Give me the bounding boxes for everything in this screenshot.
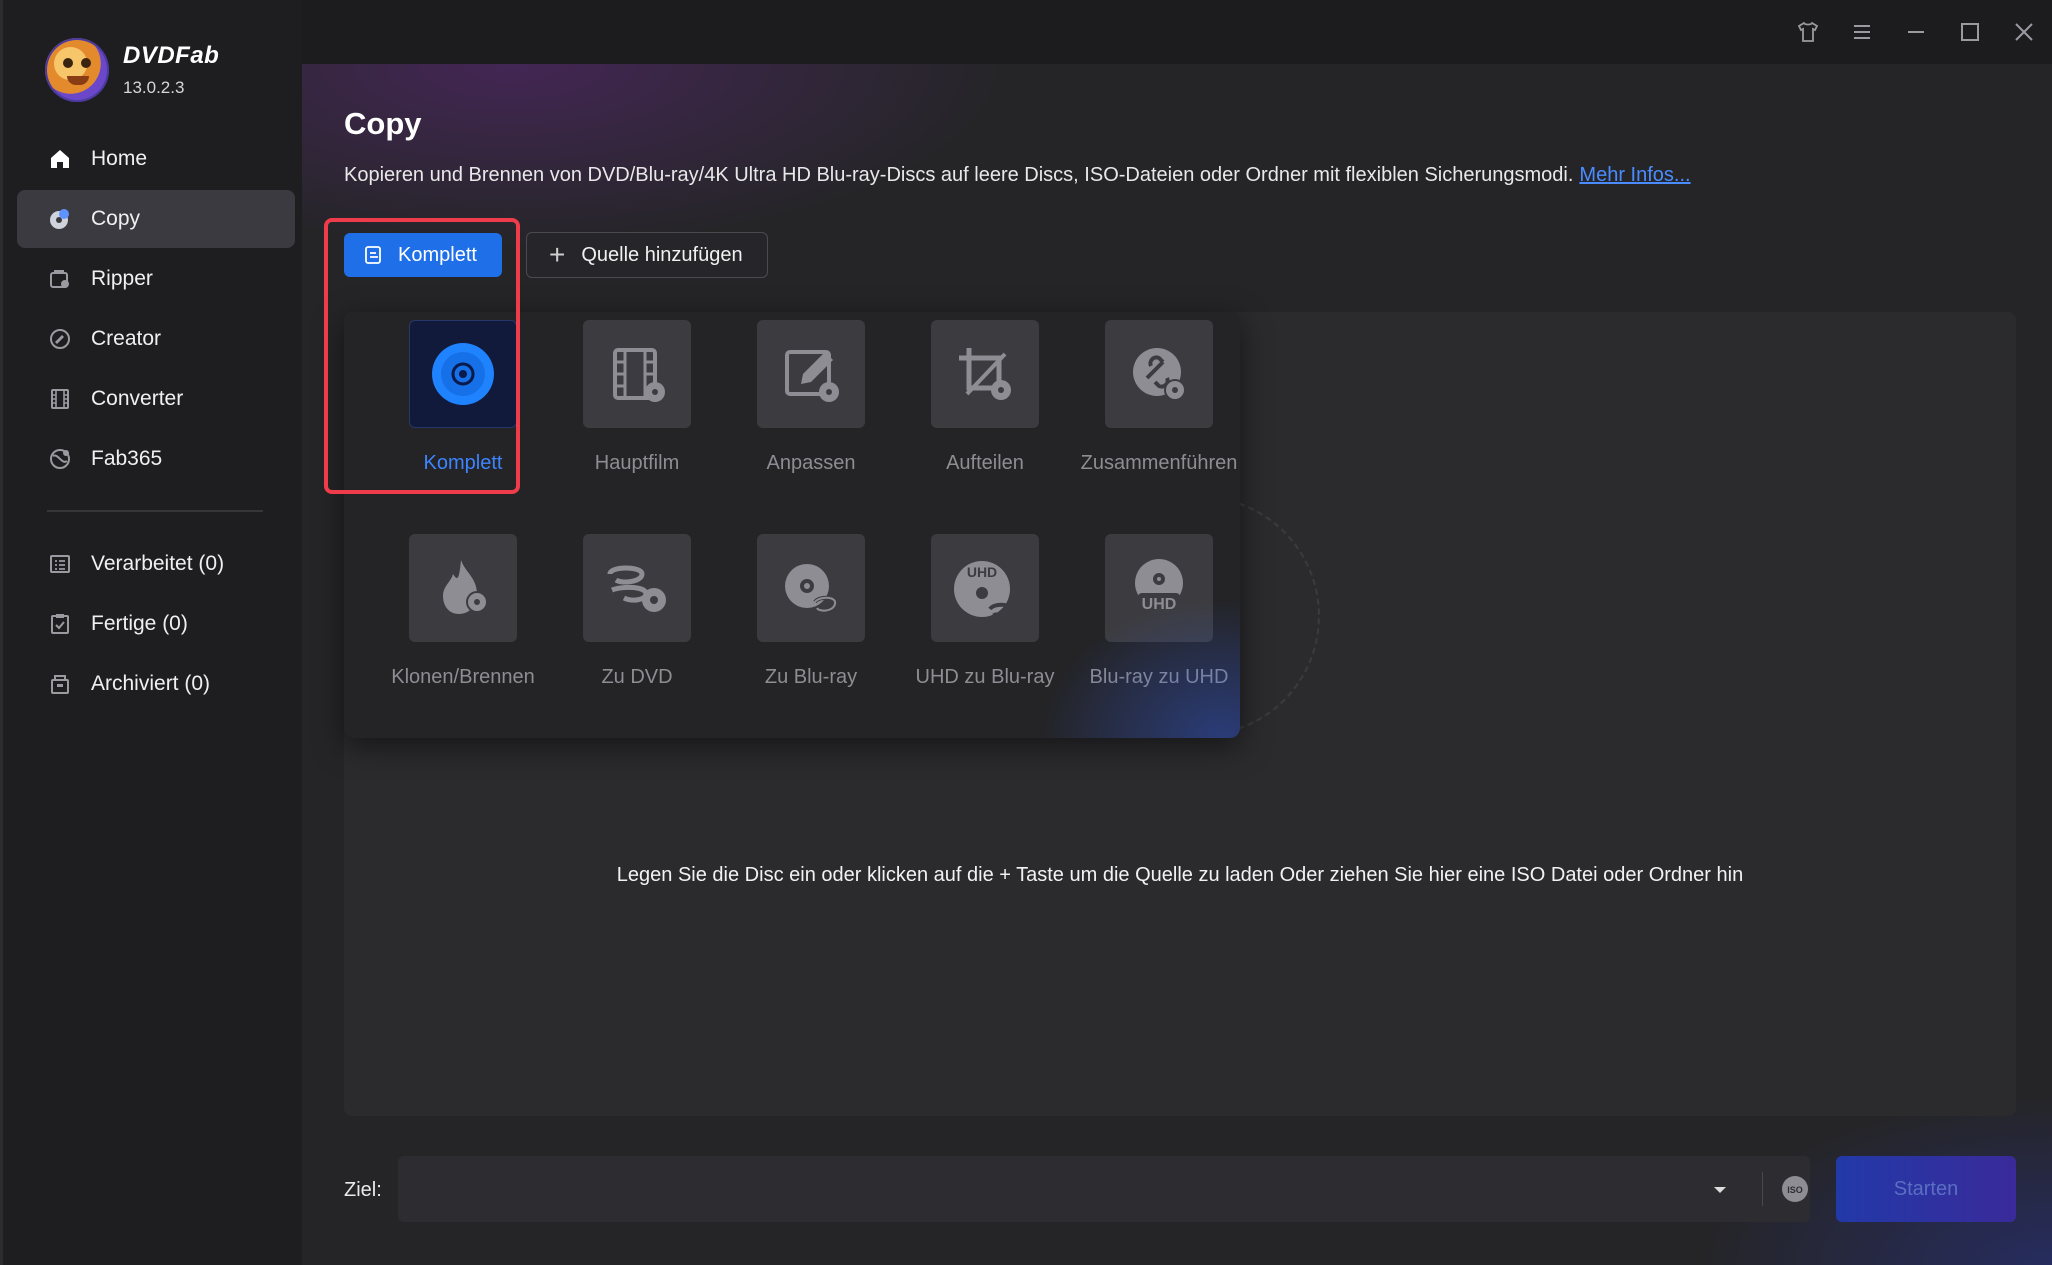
mode-label: Zu Blu-ray [764,666,858,688]
home-icon [47,146,73,172]
converter-icon [47,386,73,412]
copy-modes-panel: Komplett Hauptfilm Anpassen Aufteilen Zu… [344,312,1240,738]
to-bluray-icon [757,534,865,642]
close-icon[interactable] [2008,16,2040,48]
more-info-link[interactable]: Mehr Infos... [1579,164,1690,186]
sidebar-item-label: Verarbeitet (0) [91,552,225,575]
output-label: Ziel: [344,1179,382,1201]
main-nav: Home Copy Ripper Creator Converter Fab36… [17,130,295,490]
bluray-to-uhd-icon: UHD [1105,534,1213,642]
page-title: Copy [344,106,422,141]
mode-zu-blu-ray[interactable]: Zu Blu-ray [724,534,898,689]
finished-icon [47,611,73,637]
ripper-icon [47,266,73,292]
add-source-label: Quelle hinzufügen [581,243,743,266]
sidebar-item-label: Ripper [91,267,153,290]
mode-blu-ray-zu-uhd[interactable]: UHD Blu-ray zu UHD [1072,534,1240,689]
sidebar-item-creator[interactable]: Creator [17,310,295,368]
mode-label: Anpassen [766,452,856,474]
sidebar-item-label: Archiviert (0) [91,672,211,695]
sidebar-item-ripper[interactable]: Ripper [17,250,295,308]
dvdfab-logo-icon [45,38,109,102]
menu-icon[interactable] [1846,16,1878,48]
task-nav: Verarbeitet (0) Fertige (0) Archiviert (… [17,535,295,715]
mode-label: Komplett [423,452,503,474]
output-divider [1762,1172,1763,1206]
mode-label: Zusammenführen [1080,452,1238,474]
iso-icon[interactable]: ISO [1778,1172,1812,1206]
to-dvd-icon [583,534,691,642]
creator-icon [47,326,73,352]
sidebar-item-label: Fab365 [91,447,163,470]
mode-label: Blu-ray zu UHD [1089,666,1229,688]
merge-icon [1105,320,1213,428]
mode-label: Hauptfilm [594,452,680,474]
drop-hint: Legen Sie die Disc ein oder klicken auf … [616,864,1744,886]
sidebar-item-copy[interactable]: Copy [17,190,295,248]
svg-text:UHD: UHD [967,564,997,580]
disc-icon [409,320,517,428]
sidebar-item-label: Fertige (0) [91,612,188,635]
mode-anpassen[interactable]: Anpassen [724,320,898,475]
sidebar: DVDFab 13.0.2.3 Home Copy Ripper Creator… [0,0,302,1265]
mode-hauptfilm[interactable]: Hauptfilm [550,320,724,475]
sidebar-item-archive[interactable]: Archiviert (0) [17,655,295,713]
maximize-icon[interactable] [1954,16,1986,48]
sidebar-item-fab365[interactable]: Fab365 [17,430,295,488]
app-window: DVDFab 13.0.2.3 Home Copy Ripper Creator… [0,0,2052,1265]
copy-mode-button[interactable]: Komplett [344,233,502,277]
burn-icon [409,534,517,642]
sidebar-item-label: Converter [91,387,184,410]
mode-zu-dvd[interactable]: Zu DVD [550,534,724,689]
title-bar [302,0,2052,64]
copy-disc-icon [47,206,73,232]
plus-icon: + [549,239,566,270]
app-name: DVDFab [123,42,220,69]
split-icon [931,320,1039,428]
sidebar-item-converter[interactable]: Converter [17,370,295,428]
app-version: 13.0.2.3 [123,78,185,97]
archive-icon [47,671,73,697]
sidebar-item-label: Creator [91,327,162,350]
copy-mode-label: Komplett [398,243,477,266]
sidebar-divider [47,510,263,512]
sidebar-item-processing[interactable]: Verarbeitet (0) [17,535,295,593]
mode-zusammenfuehren[interactable]: Zusammenführen [1072,320,1240,475]
page-description: Kopieren und Brennen von DVD/Blu-ray/4K … [344,164,1691,187]
svg-text:ISO: ISO [1787,1185,1803,1195]
mode-label: UHD zu Blu-ray [915,666,1055,688]
processing-icon [47,551,73,577]
mode-komplett[interactable]: Komplett [376,320,550,475]
svg-text:UHD: UHD [1142,596,1177,613]
fab365-icon [47,446,73,472]
main-content: Copy Kopieren und Brennen von DVD/Blu-ra… [302,64,2052,1265]
film-icon [583,320,691,428]
sidebar-item-finished[interactable]: Fertige (0) [17,595,295,653]
mode-aufteilen[interactable]: Aufteilen [898,320,1072,475]
edit-icon [757,320,865,428]
page-description-text: Kopieren und Brennen von DVD/Blu-ray/4K … [344,164,1574,186]
sidebar-item-label: Copy [91,207,141,230]
uhd-to-bluray-icon: UHD [931,534,1039,642]
minimize-icon[interactable] [1900,16,1932,48]
add-source-button[interactable]: + Quelle hinzufügen [526,232,768,278]
mode-label: Zu DVD [601,666,673,688]
sidebar-item-home[interactable]: Home [17,130,295,188]
mode-switch-icon [364,245,384,265]
chevron-down-icon[interactable] [1708,1178,1732,1202]
mode-uhd-zu-blu-ray[interactable]: UHD UHD zu Blu-ray [898,534,1072,689]
output-path-field[interactable]: ISO [398,1156,1868,1222]
mode-label: Aufteilen [946,452,1024,474]
brand: DVDFab 13.0.2.3 [45,38,219,102]
shirt-skin-icon[interactable] [1792,16,1824,48]
start-button[interactable]: Starten [1836,1156,2016,1222]
sidebar-item-label: Home [91,147,148,170]
mode-klonen-brennen[interactable]: Klonen/Brennen [376,534,550,689]
mode-label: Klonen/Brennen [391,666,535,688]
